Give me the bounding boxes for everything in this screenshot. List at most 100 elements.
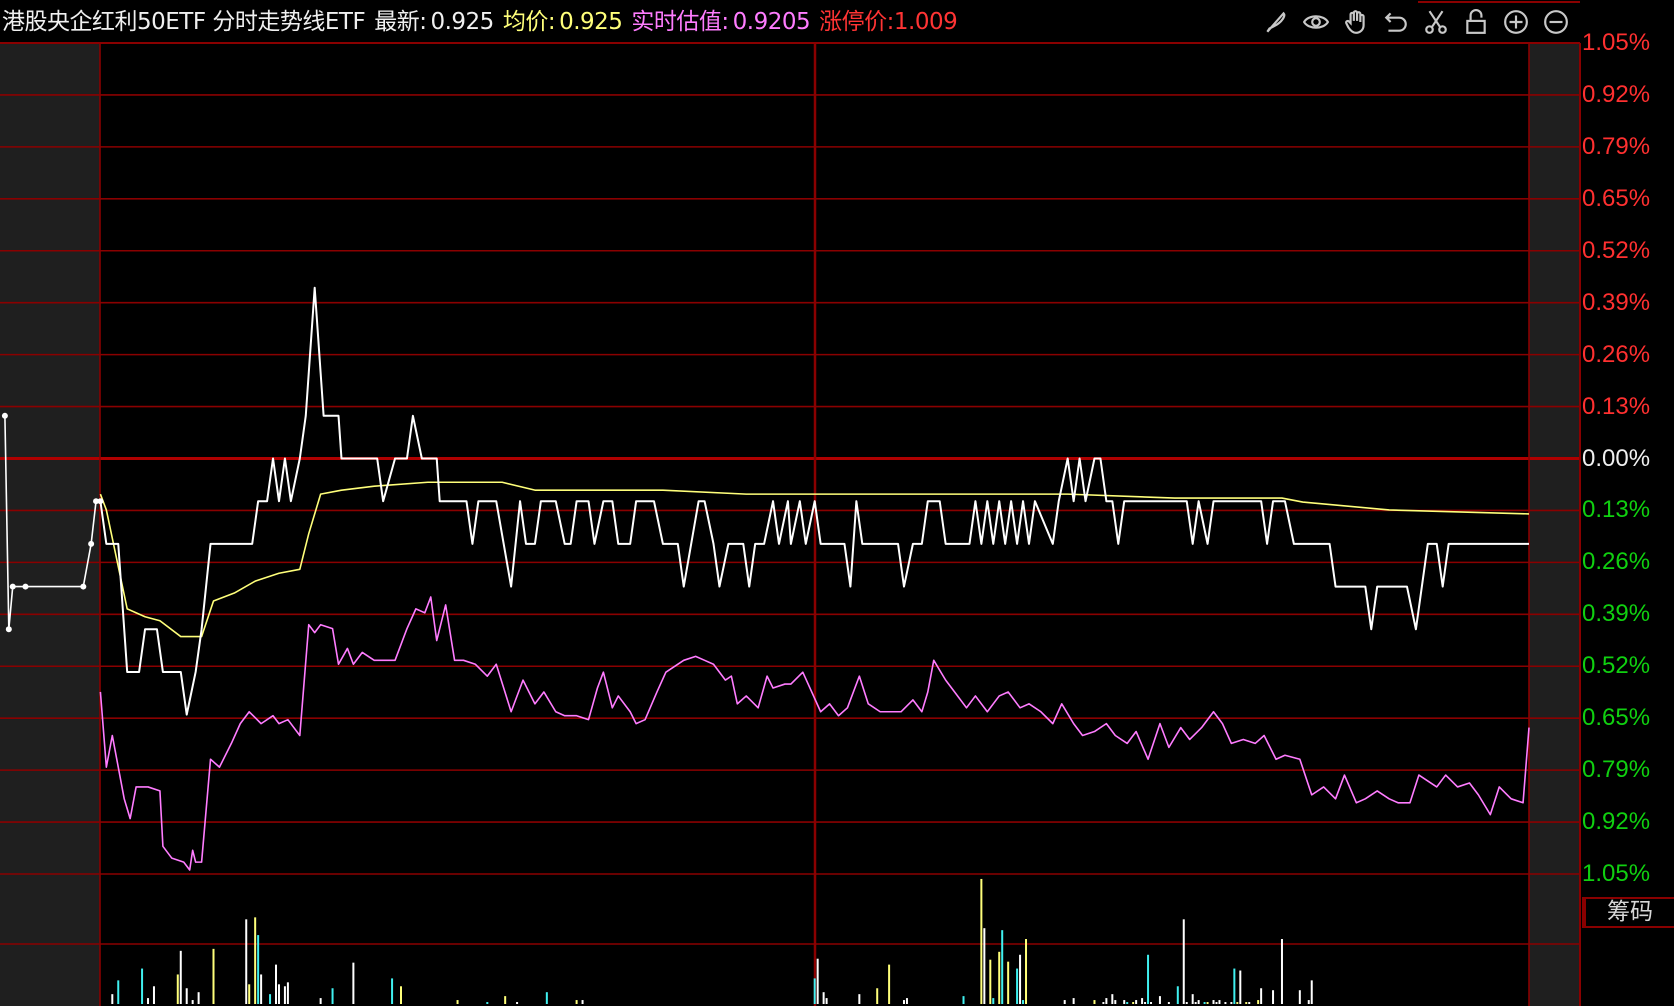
volume-bar — [1141, 998, 1144, 1004]
axis-label: 0.00% — [1582, 444, 1651, 472]
volume-bar — [1102, 1002, 1105, 1004]
hand-icon[interactable] — [1342, 8, 1370, 36]
volume-bar — [269, 994, 272, 1004]
avg-value: 0.925 — [559, 9, 623, 35]
volume-bar — [274, 964, 277, 1004]
axis-label: 0.13% — [1582, 392, 1651, 420]
volume-bar — [1167, 1002, 1170, 1004]
volume-bar — [1236, 1002, 1239, 1004]
volume-bar — [962, 996, 965, 1004]
volume-bar — [1257, 1000, 1260, 1004]
volume-bar — [1212, 1000, 1215, 1004]
volume-bar — [319, 998, 322, 1004]
security-name: 港股央企红利50ETF 分时走势线ETF — [2, 9, 366, 35]
volume-bar — [1248, 1002, 1251, 1004]
volume-bar — [575, 1000, 578, 1004]
volume-bar — [179, 950, 182, 1004]
volume-bar — [1245, 1002, 1248, 1004]
volume-bar — [1063, 1000, 1066, 1004]
axis-label: 0.52% — [1582, 652, 1651, 680]
volume-bar — [1215, 1002, 1218, 1004]
volume-bar — [545, 992, 548, 1004]
axis-label: 0.79% — [1582, 756, 1651, 784]
axis-label: 0.92% — [1582, 808, 1651, 836]
latest-value: 0.925 — [430, 9, 494, 35]
volume-bar — [1001, 930, 1004, 1004]
volume-bar — [1126, 1002, 1129, 1004]
iopv-label: 实时估值: — [631, 9, 729, 35]
auction-point — [22, 583, 29, 590]
volume-bar — [1093, 1000, 1096, 1004]
axis-label: 0.52% — [1582, 236, 1651, 264]
volume-bar — [117, 980, 120, 1004]
axis-label: 1.05% — [1582, 860, 1651, 887]
volume-bar — [1218, 1000, 1221, 1004]
volume-bar — [456, 1000, 459, 1004]
pre-market-area — [0, 43, 100, 1006]
chip-distribution-button[interactable]: 筹码 — [1582, 897, 1674, 928]
volume-bar — [283, 986, 286, 1004]
volume-bar — [1114, 1000, 1117, 1004]
volume-bar — [504, 996, 507, 1004]
axis-label: 0.79% — [1582, 132, 1651, 160]
volume-bar — [1310, 980, 1313, 1004]
volume-bar — [1019, 954, 1022, 1004]
volume-bar — [147, 998, 150, 1004]
volume-bar — [825, 998, 828, 1004]
zoom-in-icon[interactable] — [1502, 8, 1530, 36]
grid-lines — [0, 1, 1581, 1006]
volume-bar — [260, 974, 263, 1004]
volume-bar — [902, 1000, 905, 1004]
axis-label: 0.26% — [1582, 340, 1651, 368]
limit-up-value: 1.009 — [893, 9, 958, 35]
volume-bar — [980, 878, 983, 1004]
volume-bar — [581, 1000, 584, 1004]
draw-pen-icon[interactable] — [1262, 8, 1290, 36]
volume-bar — [813, 978, 816, 1004]
volume-bar — [1307, 1000, 1310, 1004]
zoom-out-icon[interactable] — [1542, 8, 1570, 36]
volume-bar — [989, 959, 992, 1004]
volume-bar — [248, 984, 251, 1004]
volume-bar — [1111, 994, 1114, 1004]
volume-bar — [1206, 1002, 1209, 1004]
volume-bar — [1007, 961, 1010, 1004]
eye-icon[interactable] — [1302, 8, 1330, 36]
volume-bar — [1144, 1002, 1147, 1004]
undo-icon[interactable] — [1382, 8, 1410, 36]
volume-bar — [1298, 990, 1301, 1004]
intraday-chart[interactable] — [0, 0, 1674, 1006]
axis-label: 0.39% — [1582, 600, 1651, 628]
volume-bar — [1239, 970, 1242, 1004]
scissors-icon[interactable] — [1422, 8, 1450, 36]
latest-label: 最新: — [374, 9, 427, 35]
volume-bar — [486, 1002, 489, 1004]
volume-bar — [1176, 986, 1179, 1004]
lock-icon[interactable] — [1462, 8, 1490, 36]
post-market-area — [1529, 43, 1580, 1006]
axis-label: 1.05% — [1582, 29, 1651, 56]
chart-title-bar: 港股央企红利50ETF 分时走势线ETF 最新: 0.925 均价: 0.925 实时估值… — [2, 5, 966, 39]
volume-bar — [1280, 939, 1283, 1004]
volume-bar — [1147, 954, 1150, 1004]
volume-bars — [111, 878, 1313, 1004]
volume-bar — [111, 994, 114, 1004]
volume-bar — [197, 992, 200, 1004]
volume-bar — [1182, 919, 1185, 1004]
iopv-value: 0.9205 — [732, 9, 811, 35]
auction-point — [9, 583, 16, 590]
volume-bar — [1230, 1002, 1233, 1004]
volume-bar — [286, 982, 289, 1004]
auction-point — [1, 412, 8, 419]
volume-bar — [1194, 1002, 1197, 1004]
axis-label: 0.65% — [1582, 704, 1651, 732]
volume-bar — [1105, 998, 1108, 1004]
volume-bar — [212, 948, 215, 1004]
volume-bar — [141, 968, 144, 1004]
volume-bar — [1197, 1000, 1200, 1004]
volume-bar — [1158, 996, 1161, 1004]
axis-label: 0.65% — [1582, 184, 1651, 212]
volume-bar — [992, 998, 995, 1004]
volume-bar — [152, 986, 155, 1004]
volume-bar — [1185, 1002, 1188, 1004]
